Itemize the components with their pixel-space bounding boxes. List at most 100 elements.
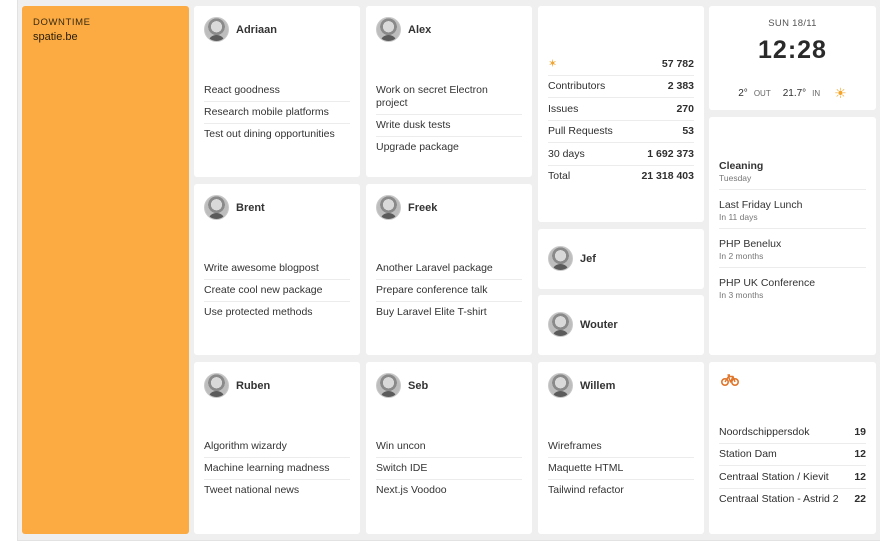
- station-count: 22: [854, 493, 866, 506]
- team-member-tile-willem: Willem Wireframes Maquette HTML Tailwind…: [538, 362, 704, 534]
- task-item: Write dusk tests: [376, 115, 522, 137]
- team-member-tile-brent: Brent Write awesome blogpost Create cool…: [194, 184, 360, 355]
- event-when: In 3 months: [719, 290, 764, 300]
- task-list: React goodness Research mobile platforms…: [204, 80, 350, 145]
- task-list: Another Laravel package Prepare conferen…: [376, 258, 522, 323]
- downtime-site: spatie.be: [33, 31, 78, 43]
- station-row: Centraal Station - Astrid 2 22: [719, 489, 866, 511]
- stats-row: Contributors 2 383: [548, 76, 694, 98]
- stats-label: 30 days: [548, 147, 585, 160]
- task-item: Tailwind refactor: [548, 484, 624, 496]
- task-item: Research mobile platforms: [204, 102, 350, 124]
- task-item: Switch IDE: [376, 458, 522, 480]
- task-item: Write awesome blogpost: [204, 258, 350, 280]
- task-item: Next.js Voodoo: [376, 484, 447, 496]
- avatar: [204, 17, 229, 42]
- calendar-event: Last Friday Lunch In 11 days: [719, 190, 866, 229]
- task-item: Prepare conference talk: [376, 280, 522, 302]
- event-title: PHP UK Conference: [719, 277, 816, 289]
- task-item: Wireframes: [548, 436, 694, 458]
- member-header: Alex: [376, 17, 431, 42]
- avatar: [548, 246, 573, 271]
- stats-label: Pull Requests: [548, 125, 613, 138]
- avatar: [376, 17, 401, 42]
- task-list: Work on secret Electron project Write du…: [376, 80, 522, 158]
- station-row: Centraal Station / Kievit 12: [719, 466, 866, 489]
- station-name: Station Dam: [719, 448, 777, 461]
- member-header: Willem: [548, 373, 615, 398]
- clock-time: 12:28: [758, 36, 827, 64]
- member-name: Freek: [408, 201, 438, 214]
- task-list: Wireframes Maquette HTML Tailwind refact…: [548, 436, 694, 501]
- outside-temperature: 2°: [738, 88, 748, 99]
- station-row: Noordschippersdok 19: [719, 421, 866, 444]
- member-name: Jef: [580, 252, 596, 265]
- member-name: Wouter: [580, 318, 618, 331]
- event-title: Last Friday Lunch: [719, 199, 803, 211]
- task-item: Maquette HTML: [548, 458, 694, 480]
- member-name: Seb: [408, 379, 429, 392]
- task-list: Win uncon Switch IDE Next.js Voodoo: [376, 436, 522, 501]
- calendar-event: PHP Benelux In 2 months: [719, 229, 866, 268]
- stats-value: 2 383: [667, 80, 694, 93]
- member-name: Willem: [580, 379, 616, 392]
- team-member-tile-wouter: Wouter: [538, 295, 704, 355]
- stats-value: 1 692 373: [647, 147, 694, 160]
- stats-value: 21 318 403: [641, 170, 694, 183]
- clock-tile: SUN 18/11 12:28 2° OUT 21.7° IN ☀: [709, 6, 876, 110]
- stats-value: 53: [682, 125, 694, 138]
- event-title: PHP Benelux: [719, 238, 782, 250]
- team-member-tile-jef: Jef: [538, 229, 704, 289]
- station-count: 19: [854, 425, 866, 438]
- team-member-tile-alex: Alex Work on secret Electron project Wri…: [366, 6, 532, 177]
- station-list: Noordschippersdok 19 Station Dam 12 Cent…: [719, 421, 866, 510]
- task-item: Algorithm wizardy: [204, 436, 350, 458]
- stats-list: ✶ 57 782 Contributors 2 383 Issues 270 P…: [548, 53, 694, 187]
- station-count: 12: [854, 470, 866, 483]
- event-when: In 11 days: [719, 212, 758, 222]
- member-name: Adriaan: [236, 23, 277, 36]
- sun-icon: ☀: [834, 85, 847, 101]
- downtime-label: DOWNTIME: [33, 17, 91, 28]
- station-row: Station Dam 12: [719, 444, 866, 466]
- task-item: Upgrade package: [376, 141, 459, 153]
- member-header: Wouter: [548, 312, 618, 337]
- avatar: [376, 373, 401, 398]
- calendar-tile: Cleaning Tuesday Last Friday Lunch In 11…: [709, 117, 876, 355]
- dashboard: DOWNTIME spatie.be Adriaan React goodnes…: [17, 0, 880, 541]
- member-header: Jef: [548, 246, 596, 271]
- task-item: Another Laravel package: [376, 258, 522, 280]
- event-when: Tuesday: [719, 173, 752, 183]
- task-list: Write awesome blogpost Create cool new p…: [204, 258, 350, 323]
- avatar: [548, 312, 573, 337]
- stars-row: ✶ 57 782: [548, 53, 694, 76]
- task-item: Tweet national news: [204, 484, 300, 496]
- event-title: Cleaning: [719, 160, 764, 172]
- stats-row: Total 21 318 403: [548, 166, 694, 188]
- avatar: [204, 195, 229, 220]
- task-list: Algorithm wizardy Machine learning madne…: [204, 436, 350, 501]
- task-item: Machine learning madness: [204, 458, 350, 480]
- bike-stations-tile: Noordschippersdok 19 Station Dam 12 Cent…: [709, 362, 876, 534]
- bicycle-icon-graphic: [720, 374, 740, 387]
- task-item: Create cool new package: [204, 280, 350, 302]
- stats-value: 270: [676, 102, 694, 115]
- downtime-tile: DOWNTIME spatie.be: [22, 6, 189, 534]
- inside-label: IN: [812, 89, 821, 98]
- avatar: [204, 373, 229, 398]
- calendar-event: Cleaning Tuesday: [719, 158, 866, 190]
- clock-date: SUN 18/11: [768, 18, 817, 29]
- star-icon: ✶: [548, 58, 558, 71]
- team-member-tile-freek: Freek Another Laravel package Prepare co…: [366, 184, 532, 355]
- stats-row: Pull Requests 53: [548, 121, 694, 143]
- team-member-tile-ruben: Ruben Algorithm wizardy Machine learning…: [194, 362, 360, 534]
- station-name: Centraal Station - Astrid 2: [719, 493, 839, 506]
- calendar-list: Cleaning Tuesday Last Friday Lunch In 11…: [719, 158, 866, 306]
- member-header: Brent: [204, 195, 265, 220]
- team-member-tile-seb: Seb Win uncon Switch IDE Next.js Voodoo: [366, 362, 532, 534]
- stats-row: 30 days 1 692 373: [548, 143, 694, 166]
- member-header: Adriaan: [204, 17, 277, 42]
- task-item: Work on secret Electron project: [376, 80, 522, 115]
- stars-value: 57 782: [661, 57, 694, 70]
- task-item: Win uncon: [376, 436, 522, 458]
